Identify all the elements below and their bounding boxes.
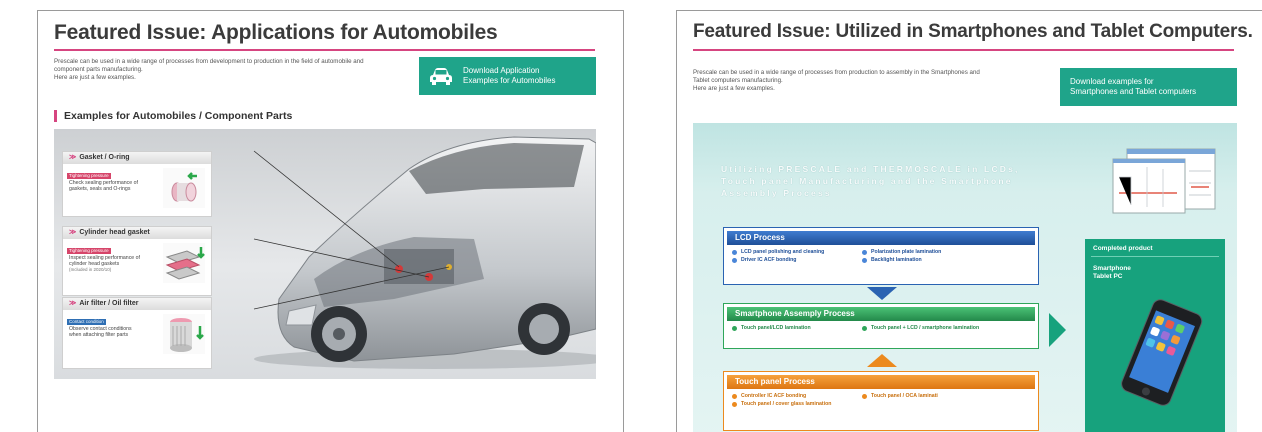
bullet-icon [862,257,867,263]
callout-tag: Tightening pressure [67,248,111,254]
download-label-line: Examples for Automobiles [463,76,556,85]
touch-panel-process-title: Touch panel Process [727,375,1035,389]
intro-line: Tablet computers manufacturing. [693,76,783,84]
flow-down-arrow-icon [867,287,897,300]
completed-item: Smartphone [1093,265,1131,272]
process-banner: Utilizing PRESCALE and THERMOSCALE in LC… [693,123,1237,432]
oring-part-image [163,168,205,208]
pressure-chart-screens-image [1112,148,1216,214]
completed-item: Tablet PC [1093,273,1123,280]
banner-headline: Utilizing PRESCALE and THERMOSCALE in LC… [721,163,1020,199]
bullet-icon [732,257,737,263]
gasket-part-image [163,243,205,283]
assembly-item: Touch panel/LCD lamination [732,324,862,332]
lcd-process-title: LCD Process [727,231,1035,245]
callout-note: (Included in 2020/10) [69,267,112,273]
lcd-item: Polarization plate lamination [862,248,992,256]
bullet-icon [732,325,737,331]
lcd-item: Backlight lamination [862,256,992,264]
callout-title: Gasket / O-ring [79,154,130,161]
smartphone-feature-panel: Featured Issue: Utilized in Smartphones … [676,10,1262,432]
automobile-page-title: Featured Issue: Applications for Automob… [54,21,498,44]
bullet-icon [862,325,867,331]
callout-air-oil-filter: ≫ Air filter / Oil filter Contact conditi… [62,297,212,369]
lcd-item: Driver IC ACF bonding [732,256,862,264]
completed-product-title: Completed product [1091,239,1219,257]
callout-cylinder-head-gasket: ≫ Cylinder head gasket Tightening pressur… [62,226,212,296]
callout-title: Cylinder head gasket [79,229,150,236]
download-smartphone-examples-button[interactable]: Download examples for Smartphones and Ta… [1060,68,1237,106]
callout-title: Air filter / Oil filter [79,300,139,307]
intro-line: Prescale can be used in a wide range of … [693,69,980,76]
banner-headline-line: Assembly Process [721,188,832,198]
download-label-line: Download examples for [1070,77,1154,86]
lcd-item: LCD panel polishing and cleaning [732,248,862,256]
banner-headline-line: Touch panel Manufacturing and the Smartp… [721,176,1013,186]
callout-arrow-icon: ≫ [69,229,77,236]
intro-line: Here are just a few examples. [693,84,775,92]
intro-line: Prescale can be used in a wide range of … [54,58,364,65]
automobile-illustration: ≫ Gasket / O-ring Tightening pressure Che… [54,129,596,379]
download-automobile-examples-button[interactable]: Download Application Examples for Automo… [419,57,596,95]
flow-right-arrow-icon [1049,313,1066,347]
touch-item: Touch panel / cover glass lamination [732,400,932,408]
smartphone-intro: Prescale can be used in a wide range of … [693,69,1053,92]
assembly-item: Touch panel + LCD / smartphone laminatio… [862,324,1032,332]
touch-panel-process-box: Touch panel Process Controller IC ACF bo… [723,371,1039,431]
download-label-line: Smartphones and Tablet computers [1070,87,1197,96]
bullet-icon [862,249,867,255]
bullet-icon [732,401,737,407]
intro-line: Here are just a few examples. [54,73,136,81]
lcd-process-box: LCD Process LCD panel polishing and clea… [723,227,1039,285]
title-divider [54,49,595,51]
section-heading: Examples for Automobiles / Component Par… [54,110,292,122]
bullet-icon [732,249,737,255]
callout-arrow-icon: ≫ [69,300,77,307]
intro-line: component parts manufacturing. [54,65,143,73]
touch-item: Controller IC ACF bonding [732,392,862,400]
smartphone-image [1121,299,1203,406]
banner-headline-line: Utilizing PRESCALE and THERMOSCALE in LC… [721,164,1020,174]
callout-tag: Contact condition [67,319,106,325]
callout-desc-line: gaskets, seals and O-rings [69,186,131,193]
car-icon [430,68,452,85]
callout-gasket-oring: ≫ Gasket / O-ring Tightening pressure Che… [62,151,212,217]
smartphone-page-title: Featured Issue: Utilized in Smartphones … [693,21,1253,42]
title-divider [693,49,1234,51]
completed-product-box: Completed product Smartphone Tablet PC [1085,239,1225,432]
download-label-line: Download Application [463,66,540,75]
smartphone-assembly-title: Smartphone Assemply Process [727,307,1035,321]
callout-arrow-icon: ≫ [69,154,77,161]
touch-item: Touch panel / OCA laminati [862,392,992,400]
filter-part-image [163,314,205,354]
automobile-intro: Prescale can be used in a wide range of … [54,58,404,81]
flow-up-arrow-icon [867,354,897,367]
smartphone-assembly-process-box: Smartphone Assemply Process Touch panel/… [723,303,1039,349]
automobile-feature-panel: Featured Issue: Applications for Automob… [37,10,624,432]
bullet-icon [862,393,867,399]
bullet-icon [732,393,737,399]
callout-tag: Tightening pressure [67,173,111,179]
callout-desc-line: when attaching filter parts [69,332,129,339]
